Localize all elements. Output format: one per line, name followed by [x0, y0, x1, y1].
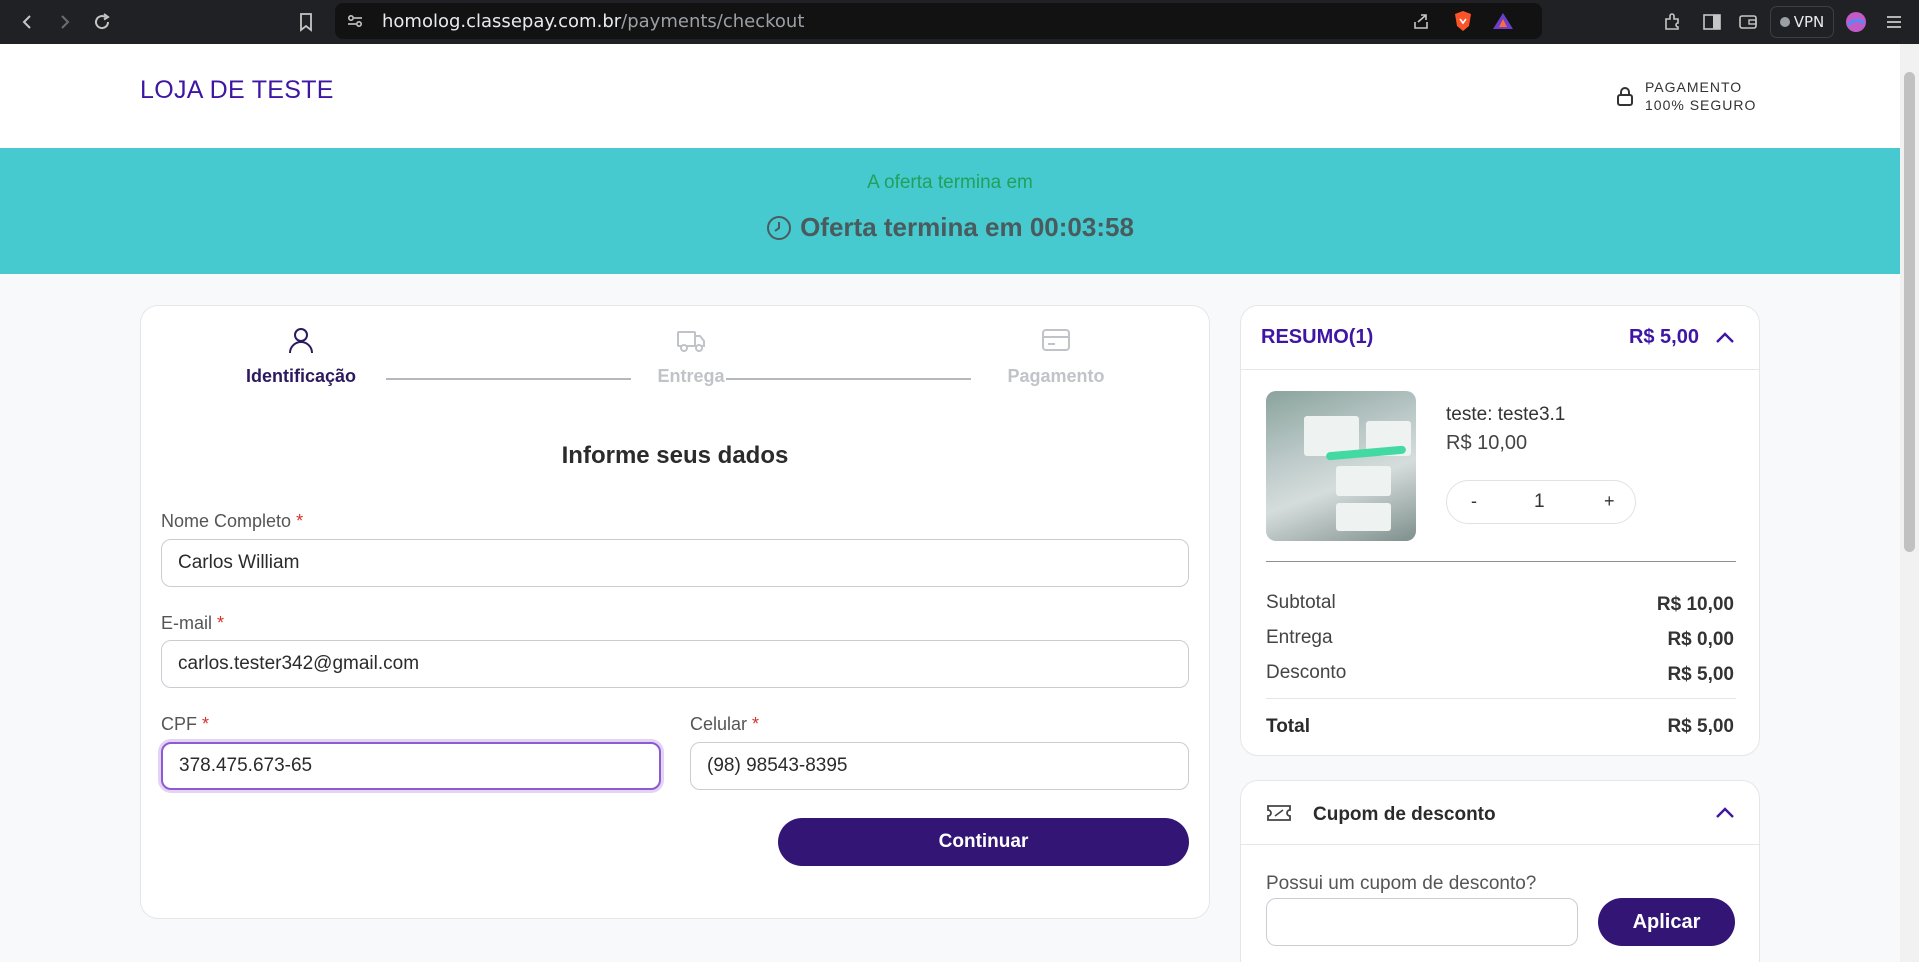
checkout-page: LOJA DE TESTE PAGAMENTO 100% SEGURO A of… [0, 44, 1900, 962]
forward-icon[interactable] [50, 8, 78, 36]
order-summary-card: RESUMO(1) R$ 5,00 teste: teste3.1 R$ 10,… [1240, 305, 1760, 756]
url-path: /payments/checkout [621, 11, 805, 32]
coupon-question: Possui um cupom de desconto? [1266, 873, 1537, 894]
email-label-text: E-mail [161, 613, 213, 633]
apply-coupon-button[interactable]: Aplicar [1598, 898, 1735, 946]
coupon-title: Cupom de desconto [1313, 804, 1496, 825]
reload-icon[interactable] [88, 8, 116, 36]
quantity-stepper: - 1 + [1446, 480, 1636, 524]
cpf-required-mark: * [202, 714, 210, 734]
step-connector-2 [726, 378, 971, 380]
secure-line-1: PAGAMENTO [1645, 79, 1743, 95]
coupon-input[interactable] [1266, 898, 1578, 946]
total-label: Total [1266, 716, 1310, 737]
form-title: Informe seus dados [561, 442, 789, 469]
profile-avatar-icon[interactable] [1842, 8, 1870, 36]
email-input[interactable] [161, 640, 1189, 688]
cpf-label: CPF * [161, 714, 209, 735]
menu-icon[interactable] [1880, 8, 1908, 36]
brave-shields-icon[interactable] [1449, 7, 1477, 35]
product-image [1266, 391, 1416, 541]
sidebar-icon[interactable] [1698, 8, 1726, 36]
offer-banner: A oferta termina em Oferta termina em 00… [0, 148, 1900, 274]
coupon-chevron-up-icon[interactable] [1713, 801, 1737, 825]
qty-increment-button[interactable]: + [1604, 491, 1615, 512]
name-label-text: Nome Completo [161, 511, 292, 531]
secure-line-2: 100% SEGURO [1645, 97, 1757, 113]
continue-button[interactable]: Continuar [778, 818, 1189, 866]
user-icon [289, 328, 313, 354]
summary-title: RESUMO(1) [1261, 326, 1374, 348]
url-text: homolog.classepay.com.br/payments/checko… [382, 11, 804, 32]
qty-value: 1 [1534, 491, 1545, 512]
share-icon[interactable] [1407, 7, 1435, 35]
secure-payment-badge: PAGAMENTO 100% SEGURO [1615, 78, 1756, 114]
identification-card: Identificação Entrega Pagamento Informe … [140, 305, 1210, 919]
coupon-card: Cupom de desconto Possui um cupom de des… [1240, 780, 1760, 962]
qty-decrement-button[interactable]: - [1471, 491, 1477, 512]
step-pagamento[interactable]: Pagamento [981, 324, 1131, 387]
full-name-input[interactable] [161, 539, 1189, 587]
cpf-label-text: CPF [161, 714, 197, 734]
phone-label-text: Celular [690, 714, 748, 734]
vpn-label: VPN [1793, 13, 1825, 31]
total-divider [1266, 698, 1736, 699]
brave-rewards-icon[interactable] [1489, 7, 1517, 35]
step-label-entrega: Entrega [657, 366, 725, 386]
coupon-header[interactable]: Cupom de desconto [1241, 781, 1759, 845]
credit-card-icon [1042, 329, 1070, 351]
step-identificacao[interactable]: Identificação [236, 324, 366, 387]
wallet-icon[interactable] [1734, 8, 1762, 36]
email-label: E-mail * [161, 613, 224, 634]
step-connector-1 [386, 378, 631, 380]
step-label-identificacao: Identificação [245, 366, 357, 386]
back-icon[interactable] [14, 8, 42, 36]
countdown-text: Oferta termina em 00:03:58 [800, 212, 1134, 242]
summary-divider [1266, 561, 1736, 562]
cpf-input[interactable] [161, 742, 661, 790]
bookmark-icon[interactable] [292, 8, 320, 36]
product-price: R$ 10,00 [1446, 432, 1528, 454]
phone-label: Celular * [690, 714, 759, 735]
chevron-up-icon[interactable] [1713, 326, 1737, 350]
address-bar[interactable]: homolog.classepay.com.br/payments/checko… [335, 3, 1542, 39]
url-domain: homolog.classepay.com.br [382, 11, 622, 32]
name-required-mark: * [296, 511, 304, 531]
store-name[interactable]: LOJA DE TESTE [140, 76, 334, 105]
subtotal-value: R$ 10,00 [1656, 594, 1734, 615]
email-required-mark: * [217, 613, 225, 633]
phone-input[interactable] [690, 742, 1189, 790]
scrollbar-thumb[interactable] [1904, 72, 1915, 552]
shipping-label: Entrega [1266, 627, 1333, 648]
total-value: R$ 5,00 [1667, 716, 1734, 737]
truck-icon [677, 331, 705, 352]
ticket-icon [1267, 805, 1291, 821]
page-scrollbar[interactable] [1900, 44, 1919, 962]
discount-value: R$ 5,00 [1667, 664, 1734, 685]
offer-subtitle: A oferta termina em [867, 172, 1033, 193]
discount-label: Desconto [1266, 662, 1347, 683]
vpn-button[interactable]: VPN [1770, 6, 1834, 38]
offer-countdown: Oferta termina em 00:03:58 [0, 212, 1900, 243]
product-name: teste: teste3.1 [1446, 404, 1566, 425]
phone-required-mark: * [752, 714, 760, 734]
site-settings-icon[interactable] [341, 7, 369, 35]
subtotal-label: Subtotal [1266, 592, 1336, 613]
vpn-status-icon [1779, 17, 1790, 27]
name-label: Nome Completo * [161, 511, 303, 532]
step-label-pagamento: Pagamento [1007, 366, 1105, 386]
browser-toolbar: homolog.classepay.com.br/payments/checko… [0, 0, 1919, 44]
site-header: LOJA DE TESTE PAGAMENTO 100% SEGURO [0, 44, 1900, 148]
shipping-value: R$ 0,00 [1667, 629, 1734, 650]
lock-icon [1617, 87, 1633, 106]
summary-header[interactable]: RESUMO(1) R$ 5,00 [1241, 306, 1759, 370]
summary-header-total: R$ 5,00 [1628, 326, 1699, 348]
clock-icon [767, 215, 792, 240]
extensions-icon[interactable] [1658, 8, 1686, 36]
